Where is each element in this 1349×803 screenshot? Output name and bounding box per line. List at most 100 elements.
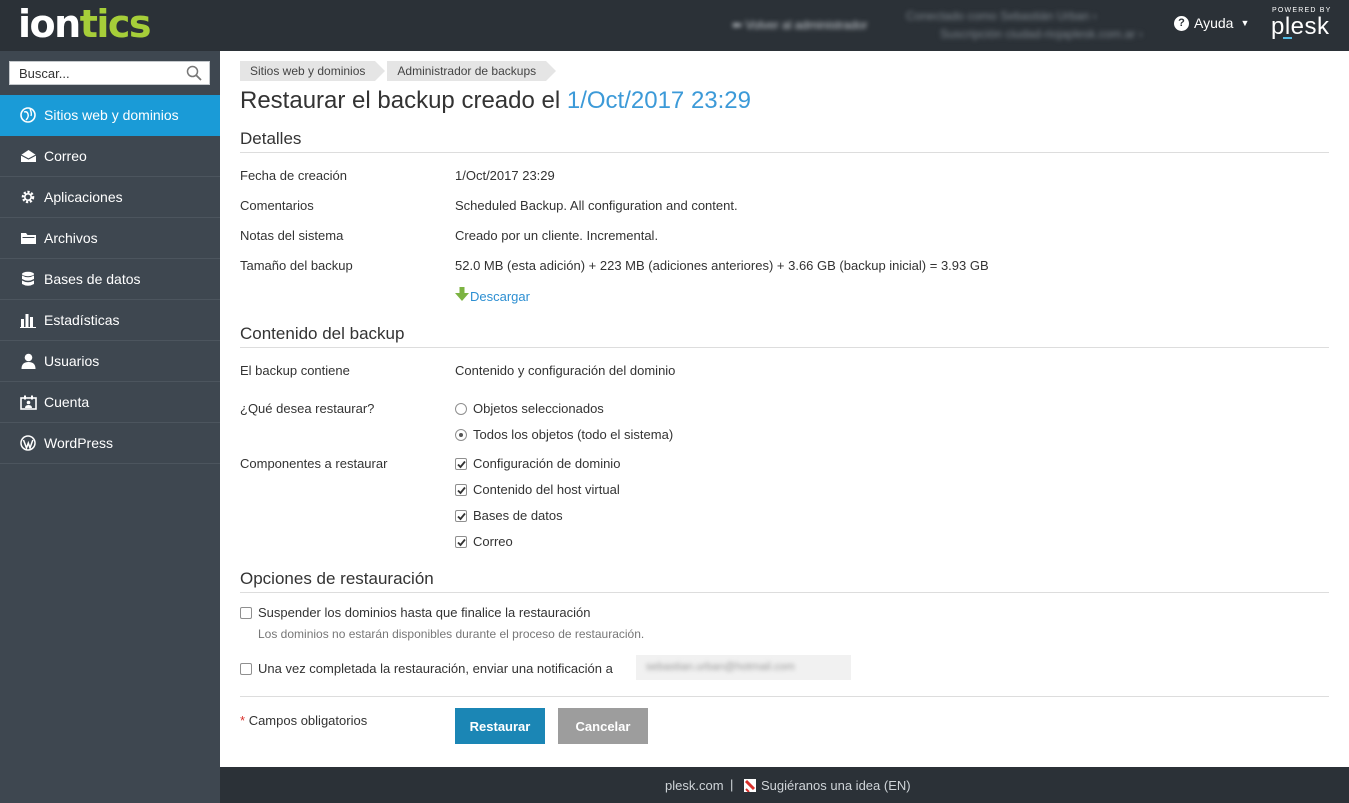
sidebar-item-label: Usuarios <box>44 353 100 369</box>
search-box <box>9 61 210 85</box>
search-icon[interactable] <box>186 65 202 84</box>
sidebar-item-label: Estadísticas <box>44 312 120 328</box>
component-mail[interactable]: Correo <box>455 534 513 549</box>
page-title-date: 1/Oct/2017 23:29 <box>566 87 751 114</box>
detail-label-system-notes: Notas del sistema <box>240 228 344 243</box>
sidebar-item-mail[interactable]: Correo <box>0 136 220 177</box>
radio-option-all-objects[interactable]: Todos los objetos (todo el sistema) <box>455 427 673 442</box>
logged-as-info: Conectado como Sebastián Urban › <box>906 9 1097 23</box>
top-header: iontics ⬅ Volver al administrador Conect… <box>0 0 1349 51</box>
detail-value-comments: Scheduled Backup. All configuration and … <box>455 198 738 213</box>
option-send-notification[interactable]: Una vez completada la restauración, envi… <box>240 661 613 676</box>
download-link[interactable]: Descargar <box>455 287 530 305</box>
sidebar-item-label: Archivos <box>44 230 98 246</box>
suggest-idea-icon <box>744 779 756 795</box>
detail-value-system-notes: Creado por un cliente. Incremental. <box>455 228 659 243</box>
radio-button-selected[interactable] <box>455 428 467 441</box>
component-databases[interactable]: Bases de datos <box>455 508 563 523</box>
radio-label: Objetos seleccionados <box>473 401 604 416</box>
sidebar-item-wordpress[interactable]: WordPress <box>0 423 220 464</box>
section-title-details: Detalles <box>240 129 1329 153</box>
suspend-hint-text: Los dominios no estarán disponibles dura… <box>258 627 645 641</box>
checkbox-unchecked[interactable] <box>240 662 252 675</box>
detail-value-created: 1/Oct/2017 23:29 <box>455 168 555 183</box>
component-domain-config[interactable]: Configuración de dominio <box>455 456 620 471</box>
notification-email-input[interactable]: sebastian.urban@hotmail.com <box>636 655 851 680</box>
account-icon <box>19 393 37 411</box>
checkbox-label: Correo <box>473 534 513 549</box>
logged-as-value[interactable]: Sebastián Urban <box>1000 9 1089 23</box>
required-fields-note: * Campos obligatorios <box>240 713 367 728</box>
checkbox-unchecked[interactable] <box>240 606 252 619</box>
restore-what-label: ¿Qué desea restaurar? <box>240 401 375 416</box>
footer-link-suggest-idea[interactable]: Sugiéranos una idea (EN) <box>761 778 911 793</box>
checkbox-checked[interactable] <box>455 483 467 496</box>
wordpress-icon <box>19 434 37 452</box>
help-menu[interactable]: ? Ayuda ▼ <box>1174 15 1249 31</box>
cancel-button[interactable]: Cancelar <box>558 708 648 744</box>
section-title-restore-options: Opciones de restauración <box>240 569 1329 593</box>
page-title: Restaurar el backup creado el 1/Oct/2017… <box>240 87 751 115</box>
folder-icon <box>19 229 37 247</box>
sidebar-item-users[interactable]: Usuarios <box>0 341 220 382</box>
section-title-backup-content: Contenido del backup <box>240 324 1329 348</box>
iontics-logo[interactable]: iontics <box>18 2 152 46</box>
sidebar-item-websites[interactable]: Sitios web y dominios <box>0 95 220 136</box>
components-label: Componentes a restaurar <box>240 456 388 471</box>
help-icon: ? <box>1174 15 1189 31</box>
footer: plesk.com | Sugiéranos una idea (EN) <box>220 767 1349 803</box>
detail-label-created: Fecha de creación <box>240 168 347 183</box>
option-suspend-domains[interactable]: Suspender los dominios hasta que finalic… <box>240 605 590 620</box>
plesk-logo[interactable]: plesk <box>1271 13 1330 41</box>
sidebar-item-label: WordPress <box>44 435 113 451</box>
checkbox-checked[interactable] <box>455 535 467 548</box>
breadcrumb: Sitios web y dominios Administrador de b… <box>240 61 558 81</box>
radio-label: Todos los objetos (todo el sistema) <box>473 427 674 442</box>
backup-contains-label: El backup contiene <box>240 363 350 378</box>
radio-button[interactable] <box>455 402 467 415</box>
help-label: Ayuda <box>1194 15 1234 31</box>
globe-icon <box>19 106 37 124</box>
impersonate-label: Volver al administrador <box>745 18 868 32</box>
database-icon <box>19 270 37 288</box>
checkbox-label: Configuración de dominio <box>473 456 621 471</box>
checkbox-checked[interactable] <box>455 509 467 522</box>
mail-icon <box>19 147 37 165</box>
sidebar-item-files[interactable]: Archivos <box>0 218 220 259</box>
logged-as-label: Conectado como <box>906 9 997 23</box>
radio-option-selected-objects[interactable]: Objetos seleccionados <box>455 401 604 416</box>
impersonate-link[interactable]: ⬅ Volver al administrador <box>732 18 867 32</box>
plesk-logo-accent <box>1283 37 1292 39</box>
backup-contains-value: Contenido y configuración del dominio <box>455 363 676 378</box>
required-label: Campos obligatorios <box>248 713 368 728</box>
bar-chart-icon <box>19 311 37 329</box>
detail-value-backup-size: 52.0 MB (esta adición) + 223 MB (adicion… <box>455 258 989 273</box>
main-content: Sitios web y dominios Administrador de b… <box>220 51 1349 767</box>
user-icon <box>19 352 37 370</box>
form-divider <box>240 696 1329 697</box>
required-star: * <box>240 713 246 728</box>
logo-text-tics: tics <box>79 2 152 46</box>
sidebar-item-label: Aplicaciones <box>44 189 123 205</box>
sidebar-item-account[interactable]: Cuenta <box>0 382 220 423</box>
sidebar-item-statistics[interactable]: Estadísticas <box>0 300 220 341</box>
search-input[interactable] <box>10 62 180 84</box>
breadcrumb-item-backup-manager[interactable]: Administrador de backups <box>387 61 556 81</box>
footer-link-plesk[interactable]: plesk.com <box>665 778 724 793</box>
detail-label-backup-size: Tamaño del backup <box>240 258 353 273</box>
subscription-value[interactable]: ciudad-riojaplesk.com.ar <box>1005 27 1135 41</box>
sidebar-nav: Sitios web y dominios Correo Aplicacione… <box>0 95 220 464</box>
download-arrow-icon <box>455 287 469 305</box>
subscription-info: Suscripción ciudad-riojaplesk.com.ar › <box>940 27 1143 41</box>
restore-button[interactable]: Restaurar <box>455 708 545 744</box>
page-title-prefix: Restaurar el backup creado el <box>240 87 561 114</box>
sidebar-item-applications[interactable]: Aplicaciones <box>0 177 220 218</box>
logo-text-ion: ion <box>18 2 81 46</box>
checkbox-label: Suspender los dominios hasta que finalic… <box>258 605 591 620</box>
notification-email-value: sebastian.urban@hotmail.com <box>646 661 795 673</box>
breadcrumb-item-websites[interactable]: Sitios web y dominios <box>240 61 386 81</box>
component-vhost-content[interactable]: Contenido del host virtual <box>455 482 620 497</box>
checkbox-checked[interactable] <box>455 457 467 470</box>
detail-label-comments: Comentarios <box>240 198 314 213</box>
sidebar-item-databases[interactable]: Bases de datos <box>0 259 220 300</box>
